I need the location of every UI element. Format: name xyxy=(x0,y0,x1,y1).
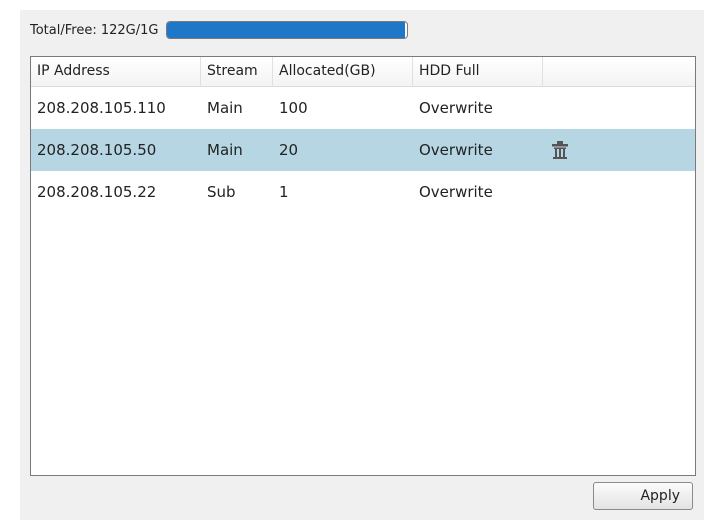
apply-button[interactable]: Apply xyxy=(593,482,693,510)
cell-allocated: 100 xyxy=(279,99,308,117)
storage-usage-bar xyxy=(166,21,409,39)
storage-allocation-panel: Total/Free: 122G/1G IP Address Stream Al… xyxy=(20,10,704,520)
table-row[interactable]: 208.208.105.22 Sub 1 Overwrite xyxy=(31,171,695,213)
cell-ip-address: 208.208.105.110 xyxy=(37,99,166,117)
cell-allocated: 20 xyxy=(279,141,299,159)
table-row-selected[interactable]: 208.208.105.50 Main 20 Overwrite xyxy=(31,129,695,171)
column-header-action xyxy=(543,57,695,86)
column-header-allocated[interactable]: Allocated(GB) xyxy=(273,57,413,86)
cell-hdd-full: Overwrite xyxy=(419,183,493,201)
cell-stream: Main xyxy=(207,99,243,117)
storage-usage-fill xyxy=(167,22,406,38)
allocation-table: IP Address Stream Allocated(GB) HDD Full… xyxy=(30,56,696,476)
cell-ip-address: 208.208.105.22 xyxy=(37,183,157,201)
column-header-ip-address[interactable]: IP Address xyxy=(31,57,201,86)
cell-action xyxy=(543,139,695,161)
table-row[interactable]: 208.208.105.110 Main 100 Overwrite xyxy=(31,87,695,129)
cell-allocated: 1 xyxy=(279,183,289,201)
column-header-hdd-full[interactable]: HDD Full xyxy=(413,57,543,86)
cell-hdd-full: Overwrite xyxy=(419,141,493,159)
cell-ip-address: 208.208.105.50 xyxy=(37,141,157,159)
storage-summary: Total/Free: 122G/1G xyxy=(30,20,409,40)
cell-stream: Sub xyxy=(207,183,236,201)
trash-icon[interactable] xyxy=(549,139,571,161)
cell-stream: Main xyxy=(207,141,243,159)
storage-total-free-label: Total/Free: 122G/1G xyxy=(30,22,159,38)
column-header-stream[interactable]: Stream xyxy=(201,57,273,86)
cell-hdd-full: Overwrite xyxy=(419,99,493,117)
table-header: IP Address Stream Allocated(GB) HDD Full xyxy=(31,57,695,87)
